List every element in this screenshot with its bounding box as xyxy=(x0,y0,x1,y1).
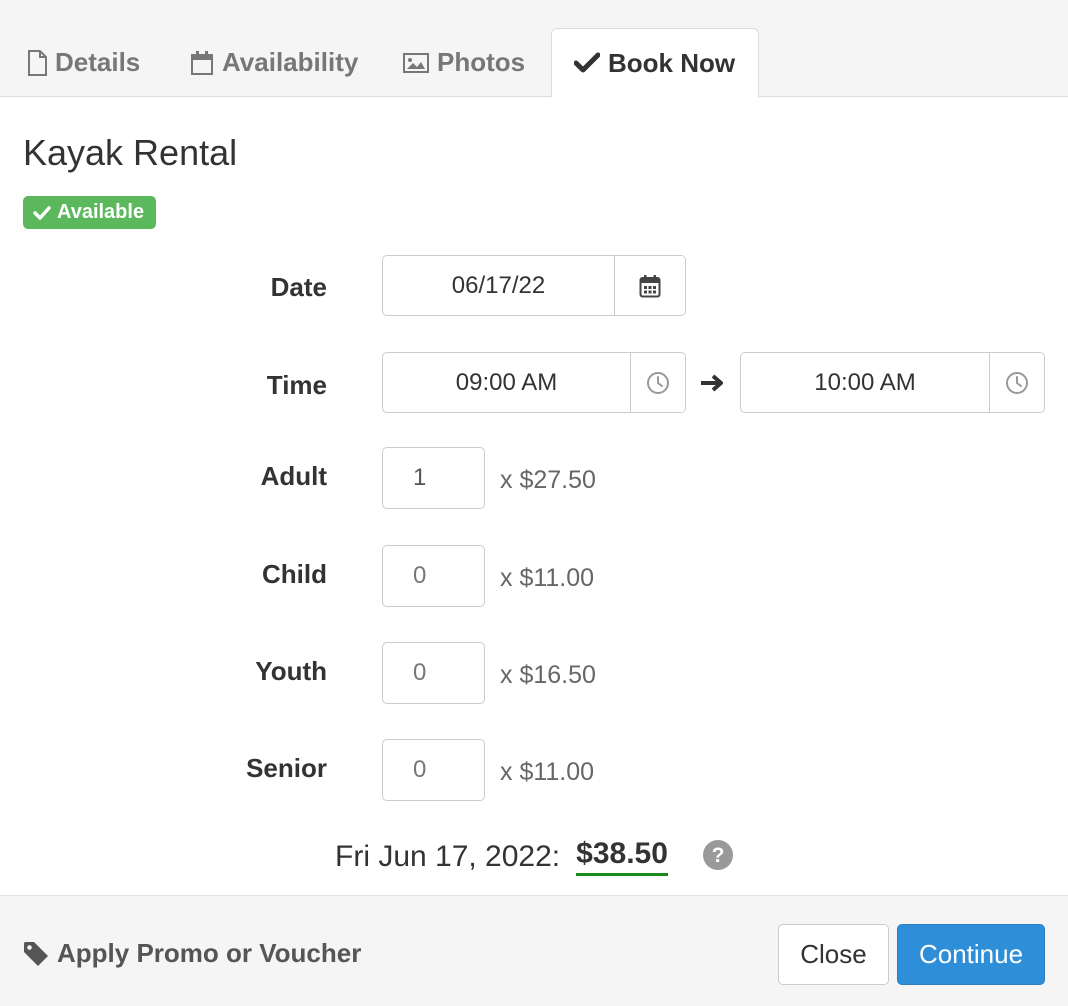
calendar-icon xyxy=(191,50,213,75)
time-label: Time xyxy=(266,370,327,400)
end-time-input[interactable]: 10:00 AM xyxy=(741,353,989,412)
tab-details-label: Details xyxy=(55,47,141,77)
clock-icon xyxy=(647,371,669,394)
senior-price: x $11.00 xyxy=(500,758,595,786)
check-icon xyxy=(33,205,51,220)
status-badge: Available xyxy=(23,196,157,229)
adult-quantity-input[interactable]: 1 xyxy=(382,447,485,509)
tab-book-now-label: Book Now xyxy=(608,47,736,78)
start-time-picker-button[interactable] xyxy=(630,353,685,412)
tab-details[interactable]: Details xyxy=(27,28,140,97)
arrow-right-icon xyxy=(701,374,723,392)
adult-label: Adult xyxy=(260,461,327,491)
start-time-field[interactable]: 09:00 AM xyxy=(382,352,686,413)
tag-icon xyxy=(24,941,48,966)
end-time-picker-button[interactable] xyxy=(989,353,1044,412)
continue-button[interactable]: Continue xyxy=(897,924,1045,985)
apply-promo-link[interactable]: Apply Promo or Voucher xyxy=(23,938,361,969)
apply-promo-label: Apply Promo or Voucher xyxy=(57,938,362,968)
tab-photos[interactable]: Photos xyxy=(403,28,525,97)
clock-icon xyxy=(1006,371,1028,394)
total-price[interactable]: $38.50 xyxy=(576,837,668,876)
tab-bar: Details Availability Photos Book Now xyxy=(0,0,1068,98)
youth-price: x $16.50 xyxy=(500,661,596,689)
tab-book-now[interactable]: Book Now xyxy=(551,28,759,98)
adult-price: x $27.50 xyxy=(500,466,596,494)
date-picker-button[interactable] xyxy=(614,256,685,315)
tab-availability[interactable]: Availability xyxy=(190,28,358,97)
senior-label: Senior xyxy=(246,753,327,783)
tab-photos-label: Photos xyxy=(437,47,526,77)
summary-date: Fri Jun 17, 2022: xyxy=(335,839,561,873)
help-icon[interactable]: ? xyxy=(703,840,733,870)
start-time-input[interactable]: 09:00 AM xyxy=(383,353,630,412)
youth-quantity-input[interactable]: 0 xyxy=(382,642,485,704)
close-button[interactable]: Close xyxy=(778,924,889,985)
check-icon xyxy=(574,52,600,73)
svg-text:?: ? xyxy=(712,844,725,867)
child-price: x $11.00 xyxy=(500,564,595,592)
child-quantity-input[interactable]: 0 xyxy=(382,545,485,607)
file-icon xyxy=(28,49,47,76)
end-time-field[interactable]: 10:00 AM xyxy=(740,352,1045,413)
status-badge-label: Available xyxy=(57,201,145,223)
calendar-icon xyxy=(639,274,661,297)
date-field[interactable]: 06/17/22 xyxy=(382,255,686,316)
tab-availability-label: Availability xyxy=(222,47,359,77)
senior-quantity-input[interactable]: 0 xyxy=(382,739,485,801)
image-icon xyxy=(403,52,429,73)
page-title: Kayak Rental xyxy=(23,132,238,173)
date-input[interactable]: 06/17/22 xyxy=(383,256,614,315)
youth-label: Youth xyxy=(255,656,327,686)
date-label: Date xyxy=(270,272,327,302)
price-summary: Fri Jun 17, 2022: $38.50 xyxy=(335,837,668,876)
child-label: Child xyxy=(262,559,327,589)
